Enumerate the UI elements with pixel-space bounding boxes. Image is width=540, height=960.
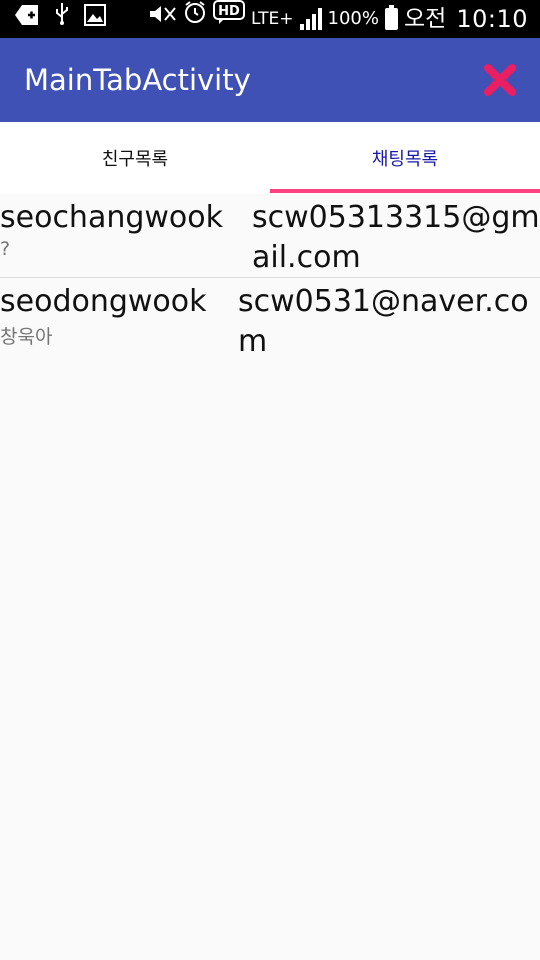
lte-label: LTE+ bbox=[251, 9, 294, 29]
status-system-icons: HD LTE+ 100% 오전 10:10 bbox=[147, 0, 528, 38]
close-icon bbox=[484, 64, 516, 96]
tab-bar: 친구목록 채팅목록 bbox=[0, 122, 540, 194]
status-bar: HD LTE+ 100% 오전 10:10 bbox=[0, 0, 540, 38]
hd-label: HD bbox=[218, 4, 240, 19]
user-email: scw0531@naver.com bbox=[238, 284, 529, 359]
status-notification-icons bbox=[14, 0, 106, 38]
user-email: scw05313315@gmail.com bbox=[252, 200, 540, 275]
list-item[interactable]: seochangwook ? scw05313315@gmail.com bbox=[0, 194, 540, 278]
tab-chat-list[interactable]: 채팅목록 bbox=[270, 122, 540, 194]
battery-percent: 100% bbox=[327, 8, 379, 29]
tab-friend-list[interactable]: 친구목록 bbox=[0, 122, 270, 194]
clock-ampm: 오전 bbox=[404, 6, 447, 32]
user-status-message: ? bbox=[0, 238, 11, 260]
selected-tab-indicator bbox=[270, 189, 540, 193]
alarm-icon bbox=[183, 0, 207, 38]
app-bar: MainTabActivity bbox=[0, 38, 540, 122]
clock-time: 10:10 bbox=[456, 5, 528, 33]
image-icon bbox=[84, 0, 106, 38]
signal-strength-icon bbox=[299, 8, 322, 30]
mute-icon bbox=[147, 0, 177, 38]
add-notification-icon bbox=[14, 0, 40, 38]
list-item[interactable]: seodongwook 창욱아 scw0531@naver.com bbox=[0, 278, 540, 362]
usb-icon bbox=[54, 0, 70, 38]
battery-icon bbox=[385, 5, 398, 30]
user-name: seodongwook bbox=[0, 284, 207, 319]
user-name: seochangwook bbox=[0, 200, 224, 235]
hd-voice-icon: HD bbox=[213, 0, 246, 39]
chat-list: seochangwook ? scw05313315@gmail.com seo… bbox=[0, 194, 540, 362]
app-title: MainTabActivity bbox=[24, 63, 251, 97]
user-status-message: 창욱아 bbox=[0, 326, 53, 348]
close-button[interactable] bbox=[482, 62, 518, 98]
